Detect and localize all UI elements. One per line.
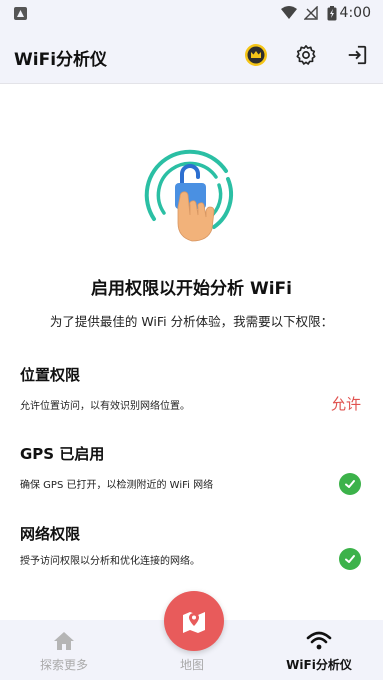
battery-icon xyxy=(327,6,337,21)
status-bar: 4:00 xyxy=(0,0,383,28)
permission-title: 位置权限 xyxy=(20,366,81,384)
exit-icon xyxy=(348,45,367,65)
exit-button[interactable] xyxy=(342,40,372,70)
permissions-screen: 启用权限以开始分析 WiFi 为了提供最佳的 WiFi 分析体验，我需要以下权限… xyxy=(0,85,383,620)
app-title: WiFi分析仪 xyxy=(14,50,108,70)
nav-explore-more[interactable]: 探索更多 xyxy=(0,620,128,680)
permission-description: 允许位置访问，以有效识别网络位置。 xyxy=(20,401,190,412)
permission-description: 授予访问权限以分析和优化连接的网络。 xyxy=(20,556,200,567)
permission-description: 确保 GPS 已打开，以检测附近的 WiFi 网络 xyxy=(20,480,214,491)
gear-icon xyxy=(296,45,316,65)
notification-app-icon xyxy=(14,7,27,20)
nav-label: 探索更多 xyxy=(39,658,88,672)
wifi-icon xyxy=(306,631,332,650)
nav-wifi-analyzer[interactable]: WiFi分析仪 xyxy=(255,620,383,680)
permission-gps: GPS 已启用 确保 GPS 已打开，以检测附近的 WiFi 网络 xyxy=(20,443,365,495)
map-fab-button[interactable] xyxy=(164,591,224,651)
app-bar: WiFi分析仪 xyxy=(0,28,383,84)
cell-signal-icon xyxy=(304,6,318,20)
premium-button[interactable] xyxy=(241,40,271,70)
permission-location: 位置权限 允许位置访问，以有效识别网络位置。 允许 xyxy=(20,364,365,416)
page-heading: 启用权限以开始分析 WiFi xyxy=(91,279,292,299)
page-subheading: 为了提供最佳的 WiFi 分析体验，我需要以下权限： xyxy=(49,314,334,329)
home-icon xyxy=(54,632,74,650)
settings-button[interactable] xyxy=(291,40,321,70)
unlock-permission-illustration xyxy=(144,149,234,242)
granted-check-icon xyxy=(339,548,361,570)
map-icon xyxy=(183,612,205,633)
wifi-signal-icon xyxy=(281,6,297,19)
nav-label: WiFi分析仪 xyxy=(286,658,352,672)
permission-title: 网络权限 xyxy=(20,525,81,543)
granted-check-icon xyxy=(339,473,361,495)
allow-location-button[interactable]: 允许 xyxy=(331,393,361,414)
nav-label: 地图 xyxy=(179,658,204,672)
permission-network: 网络权限 授予访问权限以分析和优化连接的网络。 xyxy=(20,523,365,575)
status-time: 4:00 xyxy=(339,5,371,21)
crown-badge-icon xyxy=(245,44,267,66)
permission-title: GPS 已启用 xyxy=(20,445,105,463)
